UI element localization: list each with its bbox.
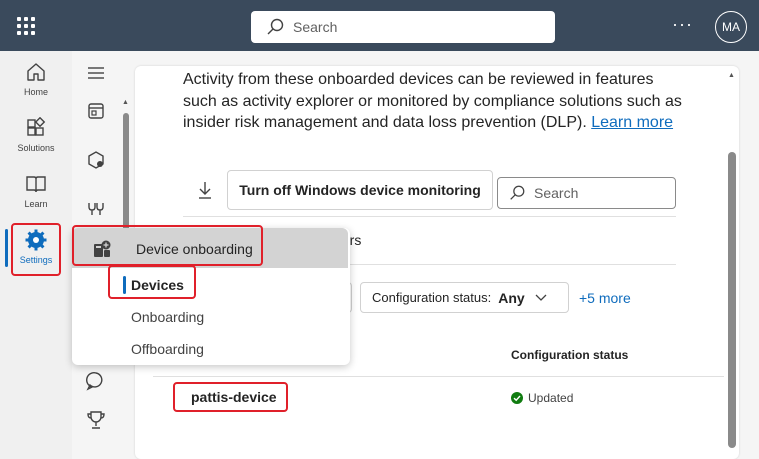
rail-item-home[interactable]: Home — [0, 61, 72, 97]
learn-icon — [26, 176, 46, 193]
turn-off-monitoring-button[interactable]: Turn off Windows device monitoring — [227, 170, 493, 210]
device-onboarding-icon — [94, 240, 111, 257]
device-search-input[interactable]: Search — [497, 177, 676, 209]
global-search-input[interactable]: Search — [251, 11, 555, 43]
solutions-icon — [27, 117, 46, 136]
search-placeholder: Search — [534, 185, 579, 201]
flyout-active-indicator — [123, 276, 126, 294]
column-header-configuration-status[interactable]: Configuration status — [511, 348, 628, 362]
scroll-up-arrow-icon[interactable]: ▲ — [728, 72, 735, 79]
more-options-icon[interactable]: ··· — [672, 14, 693, 35]
scrollbar-thumb[interactable] — [123, 113, 129, 243]
trophy-icon[interactable] — [84, 408, 108, 432]
device-name[interactable]: pattis-device — [191, 389, 277, 405]
status-badge: Updated — [511, 391, 573, 405]
data-classification-icon[interactable] — [84, 148, 108, 172]
search-placeholder: Search — [293, 19, 338, 35]
home-icon — [27, 63, 45, 81]
flyout-header-label: Device onboarding — [136, 241, 253, 257]
search-icon — [267, 18, 284, 35]
more-filters-link[interactable]: +5 more — [579, 290, 631, 306]
rail-label: Learn — [24, 199, 48, 209]
flyout-item-devices[interactable]: Devices — [131, 277, 184, 293]
chevron-down-icon — [535, 294, 547, 301]
flyout-item-onboarding[interactable]: Onboarding — [131, 309, 204, 325]
rail-label: Settings — [19, 255, 53, 265]
main-scrollbar[interactable]: ▲ — [727, 68, 737, 458]
gear-icon — [25, 229, 47, 251]
scroll-up-arrow-icon[interactable]: ▲ — [122, 99, 129, 106]
connectors-icon[interactable] — [84, 197, 108, 221]
configuration-status-filter[interactable]: Configuration status: Any — [360, 282, 569, 313]
flyout-item-offboarding[interactable]: Offboarding — [131, 341, 204, 357]
hamburger-icon[interactable] — [84, 61, 108, 85]
description-text: Activity from these onboarded devices ca… — [183, 69, 683, 134]
top-bar: Search ··· MA — [0, 0, 759, 51]
check-circle-icon — [511, 392, 523, 404]
rail-label: Solutions — [17, 143, 55, 153]
filter-label: Configuration status: — [372, 290, 492, 305]
status-text: Updated — [528, 391, 574, 405]
chat-icon[interactable] — [84, 369, 108, 393]
avatar[interactable]: MA — [715, 11, 747, 43]
rail-label: Home — [23, 87, 48, 97]
scrollbar-thumb[interactable] — [728, 152, 736, 448]
rail-item-settings[interactable]: Settings — [0, 229, 72, 265]
learn-more-link[interactable]: Learn more — [591, 114, 673, 131]
report-icon[interactable] — [84, 99, 108, 123]
rail-item-learn[interactable]: Learn — [0, 173, 72, 209]
app-launcher-icon[interactable] — [17, 17, 35, 35]
filter-value: Any — [498, 289, 525, 306]
toolbar-divider — [183, 216, 676, 217]
rail-item-solutions[interactable]: Solutions — [0, 117, 72, 153]
table-header-divider — [153, 376, 724, 377]
search-icon — [510, 185, 525, 200]
download-icon[interactable] — [196, 180, 214, 200]
